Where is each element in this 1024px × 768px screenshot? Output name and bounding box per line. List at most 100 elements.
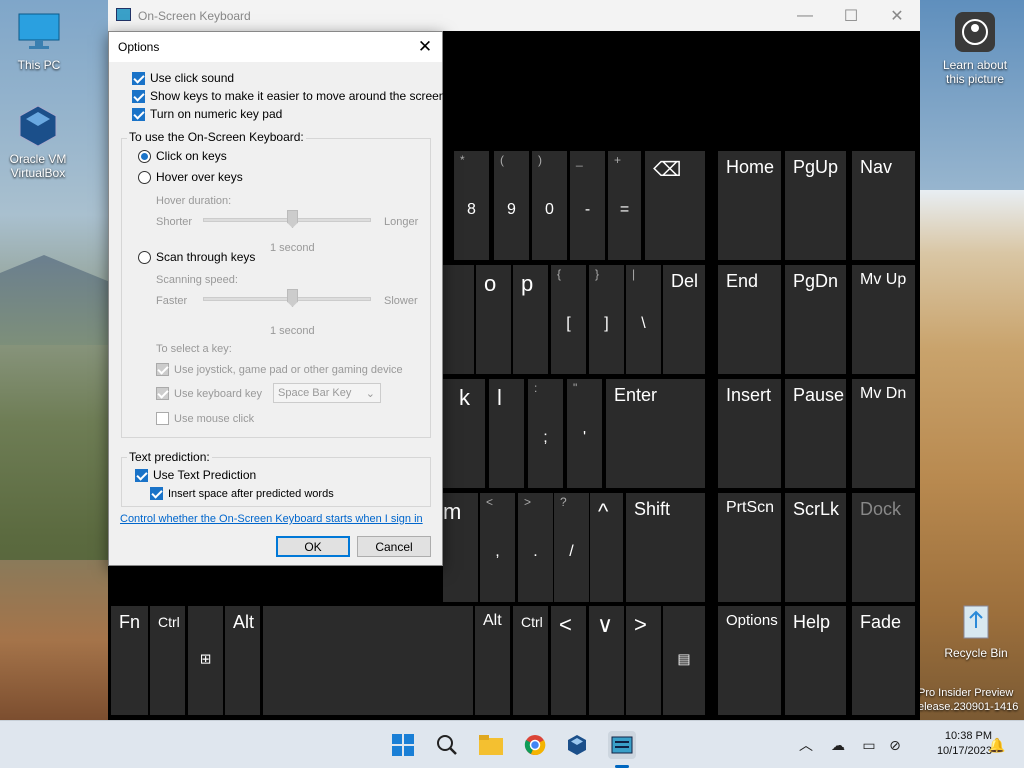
key-menu[interactable]: ▤ <box>663 606 705 715</box>
desktop-icon-learn-about-picture[interactable]: Learn about this picture <box>936 10 1014 86</box>
key-mv-dn[interactable]: Mv Dn <box>852 379 915 488</box>
checkbox[interactable] <box>150 487 163 500</box>
key-9[interactable]: (9 <box>494 151 529 260</box>
osk-title: On-Screen Keyboard <box>138 8 251 23</box>
key-slash[interactable]: ? / <box>554 493 589 602</box>
notification-bell-icon[interactable]: 🔔 <box>986 721 1008 768</box>
radio[interactable] <box>138 170 151 184</box>
key-ctrl-left[interactable]: Ctrl <box>150 606 185 715</box>
display-icon[interactable]: ▭ <box>858 721 880 768</box>
key-options[interactable]: Options <box>718 606 781 715</box>
key-fade[interactable]: Fade <box>852 606 915 715</box>
key-windows[interactable]: ⊞ <box>188 606 223 715</box>
key-space[interactable] <box>263 606 473 715</box>
desktop-icon-recycle-bin[interactable]: Recycle Bin <box>938 598 1014 660</box>
key-up-arrow[interactable]: ^ <box>590 493 623 602</box>
left-arrow-icon: < <box>559 612 572 637</box>
checkbox-show-keys[interactable]: Show keys to make it easier to move arou… <box>132 89 445 103</box>
key-backslash[interactable]: | \ <box>626 265 661 374</box>
key-enter[interactable]: Enter <box>606 379 705 488</box>
network-icon[interactable]: ⊘ <box>884 721 906 768</box>
chevron-up-icon[interactable]: ︿ <box>796 721 816 768</box>
scanning-speed-label: Scanning speed: <box>156 274 238 286</box>
checkbox[interactable] <box>132 107 145 121</box>
onedrive-icon[interactable]: ☁ <box>826 721 850 768</box>
key-equals[interactable]: + = <box>608 151 641 260</box>
key-m[interactable]: m <box>443 493 478 602</box>
radio-scan-through-keys[interactable]: Scan through keys <box>138 250 255 264</box>
close-button[interactable]: ✕ <box>874 0 920 31</box>
checkbox-click-sound[interactable]: Use click sound <box>132 71 234 85</box>
text-prediction-label: Text prediction: <box>127 450 212 464</box>
use-osk-group-label: To use the On-Screen Keyboard: <box>127 130 306 144</box>
hover-longer-label: Longer <box>384 216 419 228</box>
key-8[interactable]: * 8 <box>454 151 489 260</box>
key-o[interactable]: o <box>476 265 511 374</box>
key-mv-up[interactable]: Mv Up <box>852 265 915 374</box>
key-open-bracket[interactable]: {[ <box>551 265 586 374</box>
key-alt-right[interactable]: Alt <box>475 606 510 715</box>
key-l[interactable]: l <box>489 379 524 488</box>
key-home[interactable]: Home <box>718 151 781 260</box>
key-scrlk[interactable]: ScrLk <box>785 493 846 602</box>
cancel-button[interactable]: Cancel <box>357 536 431 557</box>
key-shift[interactable]: Shift <box>626 493 705 602</box>
checkbox[interactable] <box>132 89 145 103</box>
radio[interactable] <box>138 250 151 264</box>
checkbox[interactable] <box>135 468 148 482</box>
clock[interactable]: 10:38 PM 10/17/2023 <box>912 729 992 759</box>
key-k[interactable]: k <box>443 379 485 488</box>
key-alt-left[interactable]: Alt <box>225 606 260 715</box>
key-left-arrow[interactable]: < <box>551 606 586 715</box>
osk-taskbar-icon[interactable] <box>608 731 636 759</box>
minimize-button[interactable]: — <box>782 0 828 31</box>
radio[interactable] <box>138 149 151 163</box>
key-ctrl-right[interactable]: Ctrl <box>513 606 548 715</box>
radio-hover-over-keys[interactable]: Hover over keys <box>138 170 243 184</box>
key-pause[interactable]: Pause <box>785 379 846 488</box>
key-quote[interactable]: " ' <box>567 379 602 488</box>
key-fn[interactable]: Fn <box>111 606 148 715</box>
chrome-icon[interactable] <box>521 731 549 759</box>
key-prtscn[interactable]: PrtScn <box>718 493 781 602</box>
checkbox-insert-space[interactable]: Insert space after predicted words <box>150 487 334 500</box>
key-close-bracket[interactable]: }] <box>589 265 624 374</box>
key-0[interactable]: ) 0 <box>532 151 567 260</box>
key-del[interactable]: Del <box>663 265 705 374</box>
close-icon[interactable]: ✕ <box>414 36 436 58</box>
key-i-partial[interactable] <box>443 265 474 374</box>
monitor-icon <box>17 10 61 54</box>
windows-start-icon[interactable] <box>389 731 417 759</box>
key-help[interactable]: Help <box>785 606 846 715</box>
key-nav[interactable]: Nav <box>852 151 915 260</box>
checkbox[interactable] <box>132 71 145 85</box>
key-down-arrow[interactable]: ∨ <box>589 606 624 715</box>
key-dock[interactable]: Dock <box>852 493 915 602</box>
ok-button[interactable]: OK <box>276 536 350 557</box>
key-end[interactable]: End <box>718 265 781 374</box>
key-insert[interactable]: Insert <box>718 379 781 488</box>
desktop-icon-this-pc[interactable]: This PC <box>1 10 77 72</box>
key-period[interactable]: >. <box>518 493 553 602</box>
key-p[interactable]: p <box>513 265 548 374</box>
key-pgdn[interactable]: PgDn <box>785 265 846 374</box>
key-backspace[interactable]: ⌫ <box>645 151 705 260</box>
key-pgup[interactable]: PgUp <box>785 151 846 260</box>
desktop-icon-virtualbox[interactable]: Oracle VM VirtualBox <box>0 104 76 180</box>
camera-info-icon <box>953 10 997 54</box>
virtualbox-taskbar-icon[interactable] <box>563 731 591 759</box>
scan-faster-label: Faster <box>156 295 188 307</box>
key-right-arrow[interactable]: > <box>626 606 661 715</box>
desktop-icon-label: This PC <box>17 58 61 72</box>
key-semicolon[interactable]: :; <box>528 379 563 488</box>
key-minus[interactable]: _ - <box>570 151 605 260</box>
radio-click-on-keys[interactable]: Click on keys <box>138 149 227 163</box>
key-comma[interactable]: <, <box>480 493 515 602</box>
file-explorer-icon[interactable] <box>477 731 505 759</box>
search-icon[interactable] <box>433 731 461 759</box>
hover-value: 1 second <box>270 242 315 254</box>
checkbox-use-text-prediction[interactable]: Use Text Prediction <box>135 468 256 482</box>
checkbox-numeric-keypad[interactable]: Turn on numeric key pad <box>132 107 282 121</box>
maximize-button[interactable]: ☐ <box>828 0 874 31</box>
sign-in-link[interactable]: Control whether the On-Screen Keyboard s… <box>120 513 423 525</box>
